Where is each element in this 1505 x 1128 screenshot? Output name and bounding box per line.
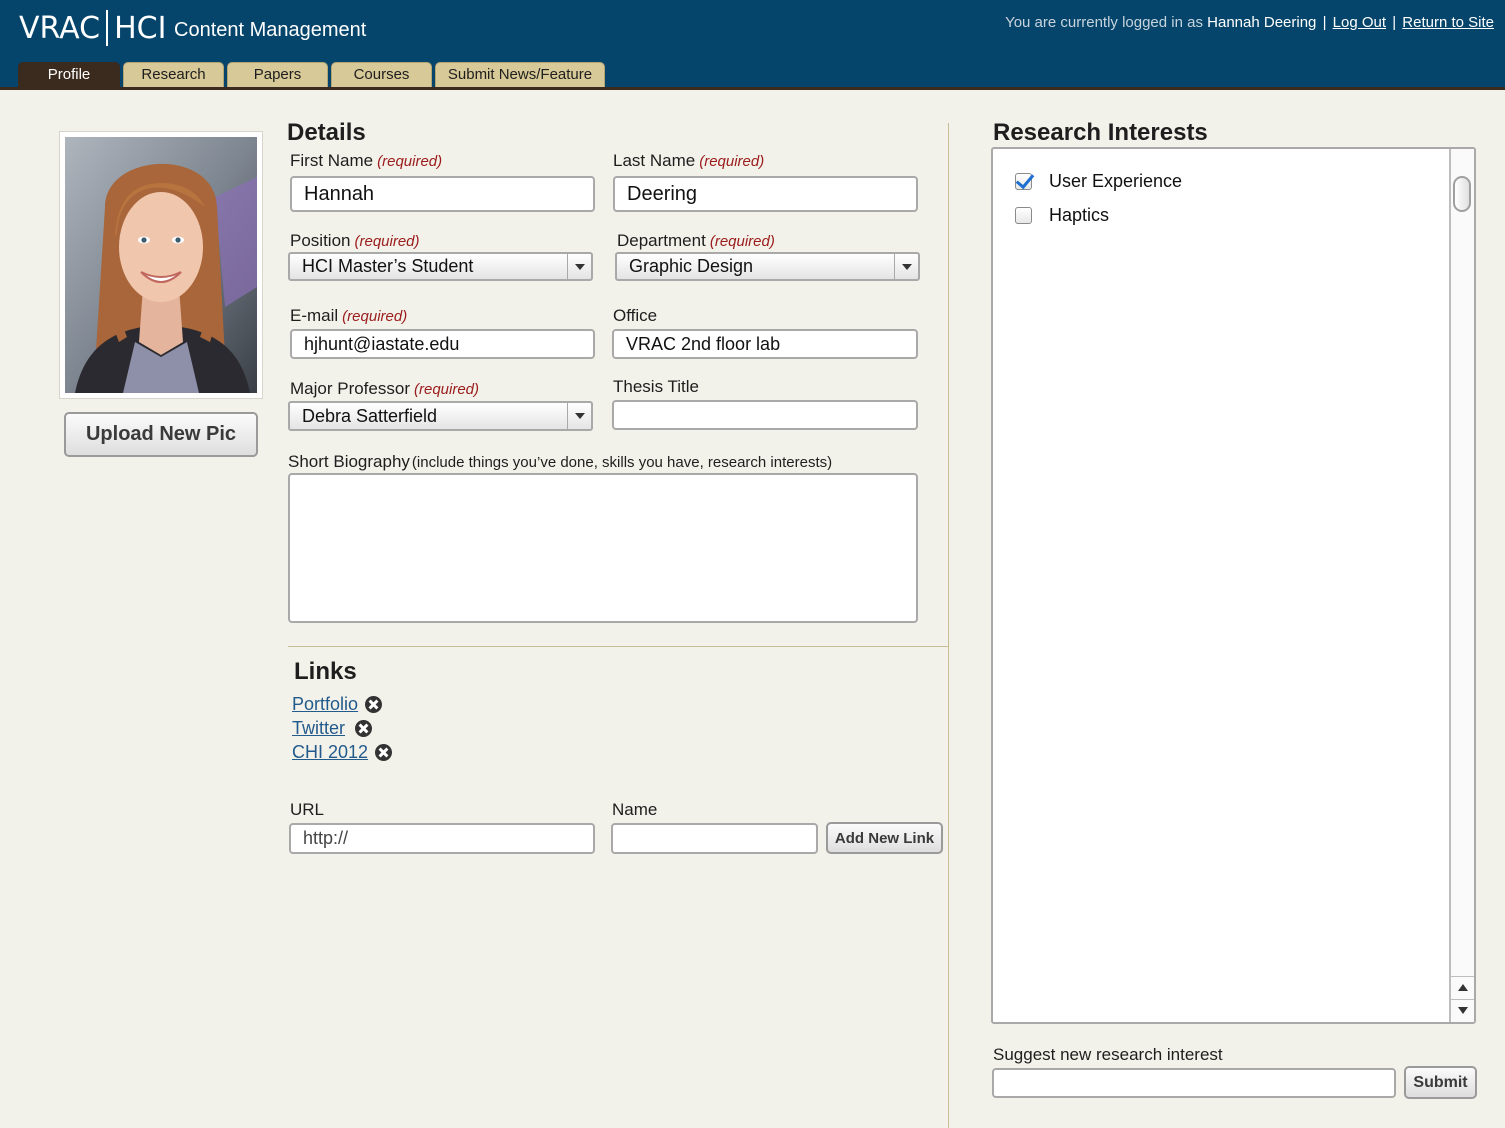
major-professor-label-text: Major Professor xyxy=(290,379,410,398)
link-name-field[interactable] xyxy=(611,823,818,854)
remove-icon[interactable] xyxy=(365,696,383,713)
email-label-text: E-mail xyxy=(290,306,339,325)
first-name-field[interactable]: Hannah xyxy=(290,176,595,212)
login-prefix: You are currently logged in as xyxy=(1005,14,1203,31)
office-field[interactable]: VRAC 2nd floor lab xyxy=(612,329,918,359)
suggest-interest-field[interactable] xyxy=(992,1068,1396,1098)
login-status: You are currently logged in as Hannah De… xyxy=(1005,14,1494,31)
position-label: Position (required) xyxy=(290,231,420,251)
separator: | xyxy=(1322,14,1327,31)
link-item: Portfolio xyxy=(292,694,383,715)
last-name-label: Last Name (required) xyxy=(613,151,764,171)
research-interests-list[interactable]: User Experience Haptics xyxy=(991,147,1476,1024)
list-item[interactable]: User Experience xyxy=(1015,171,1182,192)
section-divider xyxy=(288,646,948,647)
remove-icon[interactable] xyxy=(355,720,373,737)
upload-new-pic-button[interactable]: Upload New Pic xyxy=(64,412,258,457)
profile-photo-frame xyxy=(59,131,263,399)
link-portfolio[interactable]: Portfolio xyxy=(292,694,358,715)
department-value: Graphic Design xyxy=(629,256,754,276)
thesis-title-label: Thesis Title xyxy=(613,377,699,396)
short-biography-textarea[interactable] xyxy=(288,473,918,623)
logged-in-user: Hannah Deering xyxy=(1207,14,1317,31)
scroll-down-arrow-icon[interactable] xyxy=(1451,999,1474,1021)
portrait-image xyxy=(65,137,257,393)
last-name-field[interactable]: Deering xyxy=(613,176,918,212)
link-item: CHI 2012 xyxy=(292,742,393,763)
office-label: Office xyxy=(613,306,658,325)
scrollbar-thumb[interactable] xyxy=(1453,176,1471,212)
department-select[interactable]: Graphic Design xyxy=(615,252,920,281)
chevron-down-icon[interactable] xyxy=(567,254,591,279)
url-label: URL xyxy=(290,800,325,819)
position-select[interactable]: HCI Master’s Student xyxy=(288,252,593,281)
thesis-title-field[interactable] xyxy=(612,400,918,430)
major-professor-value: Debra Satterfield xyxy=(302,405,438,426)
logo-hci: HCI xyxy=(114,10,167,46)
scroll-up-arrow-icon[interactable] xyxy=(1451,976,1474,998)
profile-photo xyxy=(65,137,257,393)
first-name-label: First Name (required) xyxy=(290,151,442,171)
submit-interest-button[interactable]: Submit xyxy=(1404,1066,1477,1099)
email-label: E-mail (required) xyxy=(290,306,407,326)
suggest-interest-label: Suggest new research interest xyxy=(993,1045,1223,1064)
tab-submit-news-feature[interactable]: Submit News/Feature xyxy=(435,62,605,87)
position-label-text: Position xyxy=(290,231,351,250)
details-heading: Details xyxy=(287,119,366,146)
remove-icon[interactable] xyxy=(375,744,393,761)
column-divider xyxy=(948,123,949,1128)
last-name-label-text: Last Name xyxy=(613,151,696,170)
scrollbar[interactable] xyxy=(1449,149,1474,1022)
tab-research[interactable]: Research xyxy=(123,62,224,87)
checkbox-haptics[interactable] xyxy=(1015,207,1032,224)
link-item: Twitter xyxy=(292,718,373,739)
required-note: (required) xyxy=(354,233,420,250)
tab-courses[interactable]: Courses xyxy=(331,62,432,87)
url-field[interactable]: http:// xyxy=(289,823,595,854)
separator: | xyxy=(1392,14,1397,31)
short-biography-label-text: Short Biography xyxy=(288,452,410,471)
department-label-text: Department xyxy=(617,231,706,250)
return-to-site-link[interactable]: Return to Site xyxy=(1402,14,1494,31)
app-header: VRAC HCI Content Management You are curr… xyxy=(0,0,1505,90)
email-field[interactable]: hjhunt@iastate.edu xyxy=(290,329,595,359)
major-professor-label: Major Professor (required) xyxy=(290,379,479,399)
required-note: (required) xyxy=(413,381,480,398)
tab-papers[interactable]: Papers xyxy=(227,62,328,87)
tab-profile[interactable]: Profile xyxy=(18,62,120,87)
interest-label: Haptics xyxy=(1049,205,1110,225)
chevron-down-icon[interactable] xyxy=(567,403,591,429)
link-chi-2012[interactable]: CHI 2012 xyxy=(292,742,368,763)
logo-vrac: VRAC xyxy=(19,10,101,46)
link-name-label: Name xyxy=(612,800,658,819)
vrac-hci-logo[interactable]: VRAC HCI xyxy=(19,8,166,48)
short-biography-label: Short Biography (include things you’ve do… xyxy=(288,452,832,472)
first-name-label-text: First Name xyxy=(290,151,374,170)
checkbox-user-experience[interactable] xyxy=(1015,173,1032,190)
list-item[interactable]: Haptics xyxy=(1015,205,1109,226)
add-new-link-button[interactable]: Add New Link xyxy=(826,822,943,854)
required-note: (required) xyxy=(709,233,775,250)
required-note: (required) xyxy=(342,308,408,325)
short-biography-hint: (include things you’ve done, skills you … xyxy=(411,454,833,471)
app-title: Content Management xyxy=(174,19,367,41)
department-label: Department (required) xyxy=(617,231,775,251)
logout-link[interactable]: Log Out xyxy=(1333,14,1386,31)
links-heading: Links xyxy=(294,658,357,685)
logo-divider xyxy=(106,10,109,46)
interest-label: User Experience xyxy=(1049,171,1183,191)
main-tabs: Profile Research Papers Courses Submit N… xyxy=(18,62,608,87)
major-professor-select[interactable]: Debra Satterfield xyxy=(288,401,593,431)
research-interests-heading: Research Interests xyxy=(993,119,1208,146)
chevron-down-icon[interactable] xyxy=(894,254,918,279)
link-twitter[interactable]: Twitter xyxy=(292,718,345,739)
required-note: (required) xyxy=(699,153,765,170)
required-note: (required) xyxy=(377,153,443,170)
position-value: HCI Master’s Student xyxy=(302,256,474,276)
